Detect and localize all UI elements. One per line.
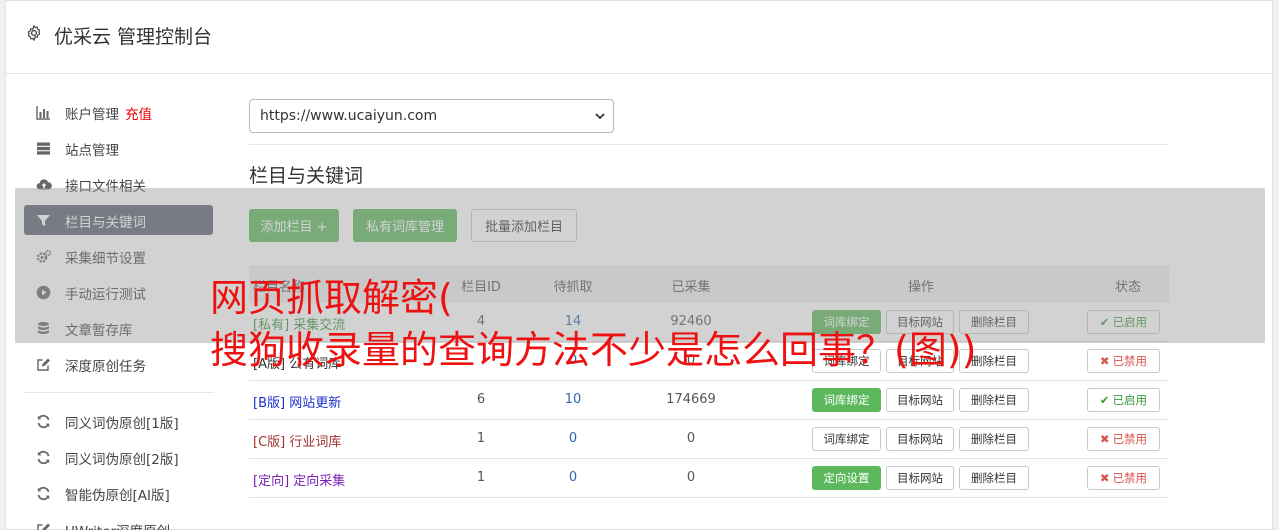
sidebar-item-account[interactable]: 账户管理 充值 [24, 97, 213, 127]
sidebar-item-synonym-v1[interactable]: 同义词伪原创[1版] [24, 406, 213, 436]
status-toggle[interactable]: ✖ 已禁用 [1087, 466, 1160, 490]
refresh-icon [36, 450, 51, 465]
delete-column-button[interactable]: 删除栏目 [959, 388, 1029, 412]
target-site-button[interactable]: 目标网站 [886, 427, 954, 451]
article-caption: 网页抓取解密( 搜狗收录量的查询方法不少是怎么回事？(图)) [210, 272, 976, 376]
bar-chart-icon [36, 105, 51, 120]
console-header: 优采云 管理控制台 [6, 1, 1272, 74]
column-tag: [定向] [253, 474, 290, 489]
sidebar-item-uwriter[interactable]: UWriter深度原创 [24, 514, 213, 530]
status-toggle[interactable]: ✔ 已启用 [1087, 388, 1160, 412]
sidebar-item-ai-rewrite[interactable]: 智能伪原创[AI版] [24, 478, 213, 508]
column-name[interactable]: [B版] 网站更新 [253, 392, 341, 411]
status-label: 已禁用 [1112, 471, 1148, 485]
cross-icon: ✖ [1099, 471, 1110, 485]
cross-icon: ✖ [1099, 432, 1110, 446]
status-label: 已禁用 [1112, 432, 1148, 446]
collected-count: 174669 [666, 392, 716, 407]
column-name[interactable]: [定向] 定向采集 [253, 470, 345, 489]
caption-line-2: 搜狗收录量的查询方法不少是怎么回事？(图)) [210, 328, 977, 372]
edit-icon [36, 522, 51, 530]
page-title: 优采云 管理控制台 [54, 26, 213, 48]
sidebar-item-label: 智能伪原创[AI版] [65, 488, 170, 504]
server-icon [36, 141, 51, 156]
sidebar-item-label: 账户管理 [65, 107, 119, 123]
gear-icon [25, 24, 43, 42]
check-icon: ✔ [1099, 393, 1110, 407]
column-name[interactable]: [C版] 行业词库 [253, 431, 341, 450]
pending-count[interactable]: 0 [544, 431, 602, 446]
sidebar-item-label: 站点管理 [65, 143, 119, 159]
sidebar-item-sites[interactable]: 站点管理 [24, 133, 213, 163]
table-row: [B版] 网站更新 6 10 174669 词库绑定 目标网站 删除栏目 ✔ 已启用 [249, 381, 1169, 420]
caption-line-1: 网页抓取解密( [210, 276, 453, 320]
sidebar-item-label: 同义词伪原创[1版] [65, 416, 179, 432]
column-title: 行业词库 [289, 435, 342, 450]
sidebar-item-synonym-v2[interactable]: 同义词伪原创[2版] [24, 442, 213, 472]
column-tag: [C版] [253, 435, 286, 450]
column-id: 1 [476, 431, 486, 446]
site-select-value: https://www.ucaiyun.com [260, 108, 438, 124]
divider [249, 144, 1169, 145]
chevron-down-icon [593, 109, 607, 123]
column-id: 1 [476, 470, 486, 485]
sidebar-item-label: 同义词伪原创[2版] [65, 452, 179, 468]
lexicon-bind-button[interactable]: 词库绑定 [812, 388, 881, 412]
lexicon-bind-button[interactable]: 定向设置 [812, 466, 881, 490]
status-label: 已启用 [1112, 393, 1148, 407]
delete-column-button[interactable]: 删除栏目 [959, 427, 1029, 451]
lexicon-bind-button[interactable]: 词库绑定 [812, 427, 881, 451]
column-title: 定向采集 [293, 474, 346, 489]
site-select[interactable]: https://www.ucaiyun.com [249, 99, 614, 133]
recharge-link[interactable]: 充值 [125, 107, 152, 123]
pending-count[interactable]: 10 [544, 392, 602, 407]
sidebar-item-deep-original[interactable]: 深度原创任务 [24, 349, 213, 379]
pending-count[interactable]: 0 [544, 470, 602, 485]
sidebar-item-label: 深度原创任务 [65, 359, 146, 375]
collected-count: 0 [686, 431, 696, 446]
refresh-icon [36, 486, 51, 501]
cross-icon: ✖ [1099, 354, 1110, 368]
status-toggle[interactable]: ✖ 已禁用 [1087, 349, 1160, 373]
sidebar-item-label: UWriter深度原创 [65, 520, 170, 530]
collected-count: 0 [686, 470, 696, 485]
target-site-button[interactable]: 目标网站 [886, 466, 954, 490]
sidebar-divider [24, 392, 214, 393]
column-tag: [B版] [253, 396, 286, 411]
column-title: 网站更新 [289, 396, 342, 411]
refresh-icon [36, 414, 51, 429]
delete-column-button[interactable]: 删除栏目 [959, 466, 1029, 490]
column-id: 6 [476, 392, 486, 407]
target-site-button[interactable]: 目标网站 [886, 388, 954, 412]
section-title: 栏目与关键词 [249, 165, 364, 187]
table-row: [定向] 定向采集 1 0 0 定向设置 目标网站 删除栏目 ✖ 已禁用 [249, 459, 1169, 498]
edit-icon [36, 357, 51, 372]
table-row: [C版] 行业词库 1 0 0 词库绑定 目标网站 删除栏目 ✖ 已禁用 [249, 420, 1169, 459]
status-label: 已禁用 [1112, 354, 1148, 368]
status-toggle[interactable]: ✖ 已禁用 [1087, 427, 1160, 451]
